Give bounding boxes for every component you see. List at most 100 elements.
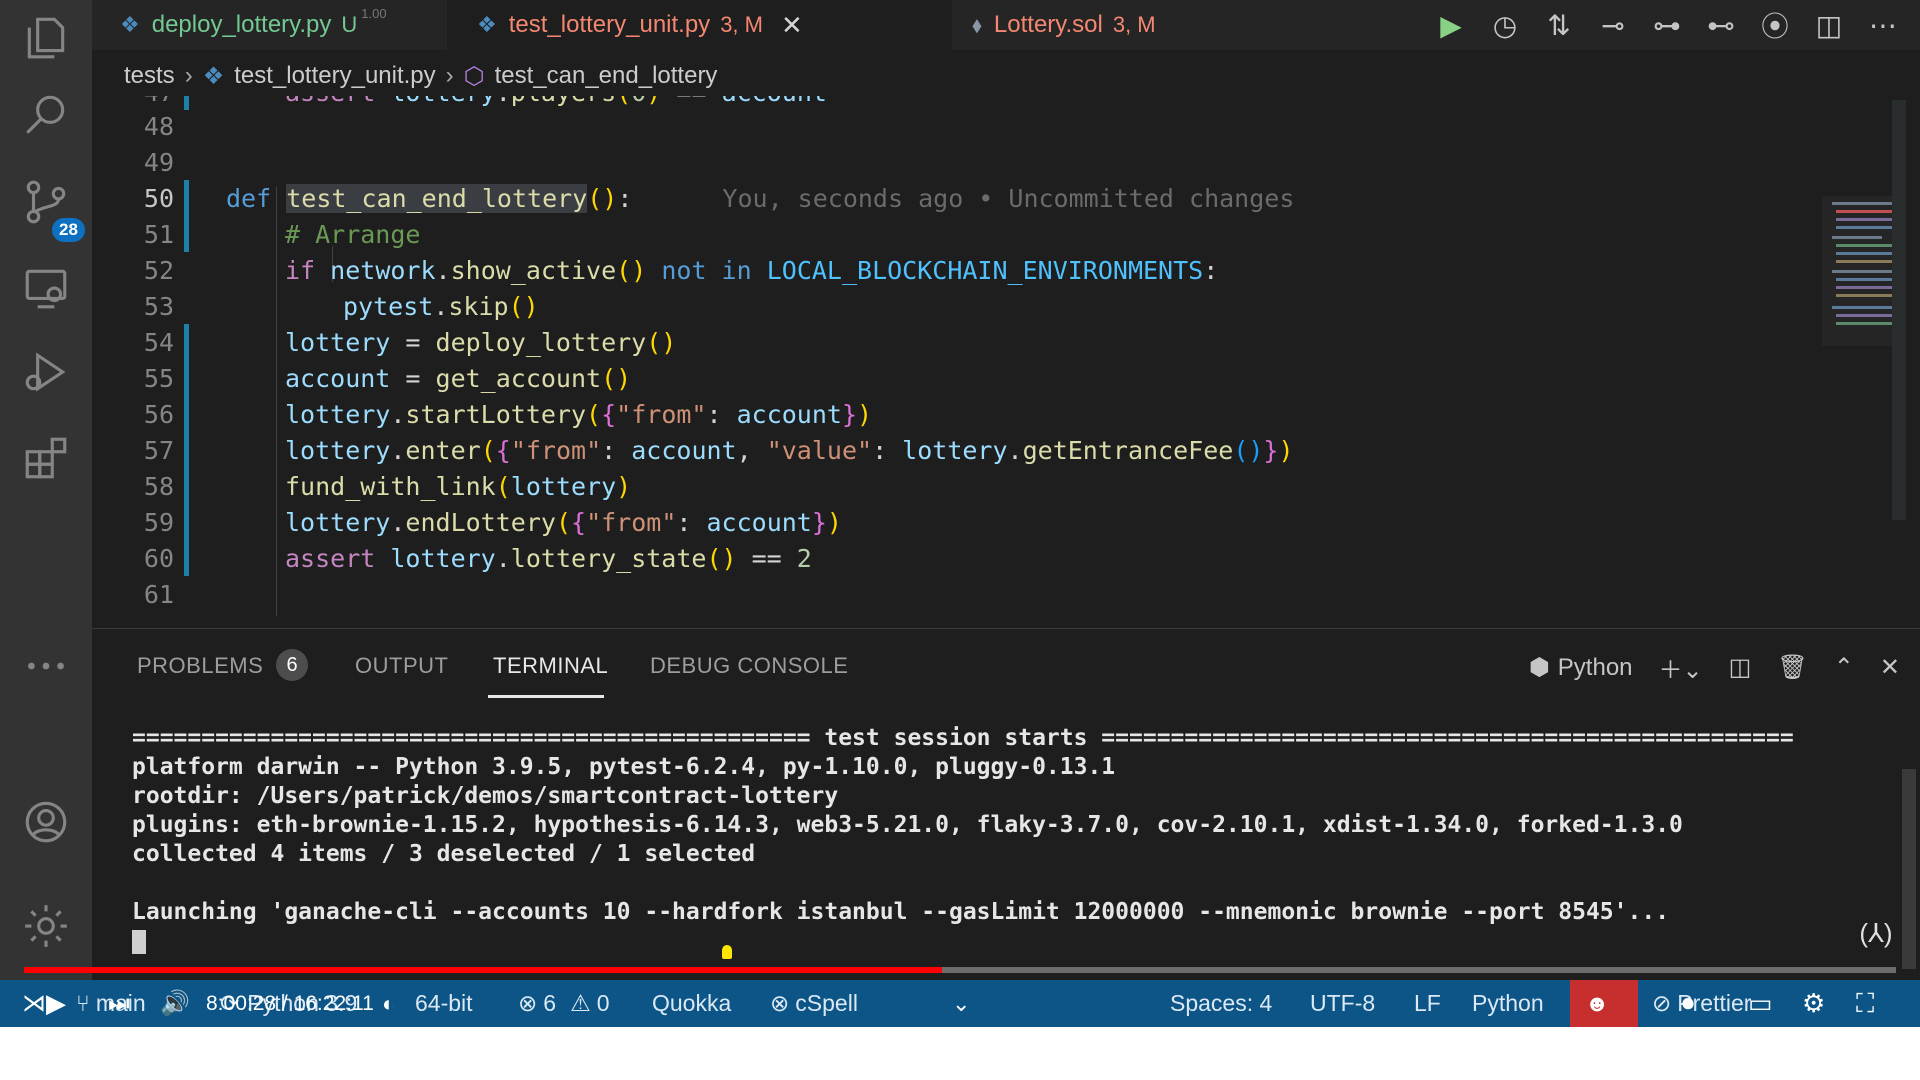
indentation-label: Spaces: 4 xyxy=(1170,990,1273,1016)
breadcrumb-symbol[interactable]: test_can_end_lottery xyxy=(495,62,718,90)
status-encoding[interactable]: UTF-8 xyxy=(1310,980,1375,1027)
split-editor-icon[interactable]: ◫ xyxy=(1812,9,1846,42)
tab-output[interactable]: OUTPUT xyxy=(355,653,448,679)
tab-status: U xyxy=(341,12,358,37)
captions-icon[interactable]: ▭ xyxy=(1748,980,1773,1027)
code-line: 51 # Arrange xyxy=(92,216,1792,252)
modified-gutter-mark xyxy=(184,540,189,576)
close-panel-icon[interactable]: ✕ xyxy=(1880,653,1900,682)
code-line: 54 lottery = deploy_lottery() xyxy=(92,324,1792,360)
yt-chevron-down-icon[interactable]: ⌄ xyxy=(952,980,970,1027)
new-terminal-icon[interactable]: ＋⌄ xyxy=(1659,650,1703,685)
panel-actions: ⬢ Python ＋⌄ ◫ 🗑 ⌃ ✕ xyxy=(1529,647,1900,687)
git-next-icon[interactable]: ⊷ xyxy=(1704,9,1738,42)
git-previous-icon[interactable]: ⊸ xyxy=(1596,9,1630,42)
tab-lottery-sol[interactable]: ⬧ Lottery.sol 3, M xyxy=(972,0,1242,50)
maximize-panel-icon[interactable]: ⌃ xyxy=(1834,653,1854,682)
modified-gutter-mark xyxy=(184,432,189,468)
video-progress-bar[interactable] xyxy=(24,967,1896,973)
close-tab-icon[interactable]: ✕ xyxy=(781,10,803,41)
more-actions-icon[interactable]: ⋯ xyxy=(1866,9,1900,42)
status-eol[interactable]: LF xyxy=(1414,980,1441,1027)
vscode-remote-icon[interactable]: ⋊ xyxy=(22,980,46,1027)
status-indentation[interactable]: Spaces: 4 xyxy=(1170,980,1272,1027)
remote-explorer-icon[interactable] xyxy=(16,258,76,318)
breadcrumb-folder[interactable]: tests xyxy=(124,62,175,90)
play-icon[interactable]: ▶ xyxy=(46,980,66,1027)
line-number: 49 xyxy=(143,147,174,177)
video-time: 8:00:28 / 16:22:11 xyxy=(206,991,374,1015)
extensions-icon[interactable] xyxy=(16,428,76,488)
prettier-icon: ⊘ xyxy=(1652,990,1672,1016)
status-arch[interactable]: 64-bit xyxy=(415,980,473,1027)
code-line: 56 lottery.startLottery({"from": account… xyxy=(92,396,1792,432)
code-line: 52 if network.show_active() not in LOCAL… xyxy=(92,252,1792,288)
tab-terminal[interactable]: TERMINAL xyxy=(493,653,608,679)
terminal-shell-selector[interactable]: ⬢ Python xyxy=(1529,653,1633,682)
git-step-icon[interactable]: ⊶ xyxy=(1650,9,1684,42)
terminal-scrollbar[interactable] xyxy=(1902,769,1916,969)
line-number: 54 xyxy=(143,327,174,357)
timeline-icon[interactable]: ◷ xyxy=(1488,9,1522,42)
split-terminal-icon[interactable]: ◫ xyxy=(1729,653,1752,682)
tab-problems[interactable]: PROBLEMS xyxy=(137,653,263,679)
editor-scrollbar[interactable] xyxy=(1892,100,1906,520)
code-line: 55 account = get_account() xyxy=(92,360,1792,396)
terminal-prompt xyxy=(132,928,1892,957)
code-line: 49 xyxy=(92,144,1792,180)
volume-icon[interactable]: 🔊 xyxy=(160,980,190,1027)
status-quokka[interactable]: Quokka xyxy=(652,980,731,1027)
modified-gutter-mark xyxy=(184,504,189,540)
settings-icon[interactable]: ⚙ xyxy=(1802,980,1825,1027)
tab-debug-console[interactable]: DEBUG CONSOLE xyxy=(650,653,848,679)
settings-gear-icon[interactable] xyxy=(16,896,76,956)
status-language[interactable]: Python xyxy=(1472,980,1544,1027)
python-file-icon: ❖ xyxy=(202,62,225,90)
minimap[interactable] xyxy=(1822,196,1892,376)
vscode-window: 28 ❖ deploy_lottery.py U 1.00 ❖ test_lot… xyxy=(0,0,1920,1027)
kill-terminal-icon[interactable]: 🗑 xyxy=(1777,653,1807,682)
error-icon: ⊗ xyxy=(518,990,538,1016)
progress-scrubber-marker[interactable] xyxy=(722,945,732,959)
search-icon[interactable] xyxy=(16,84,76,144)
error-count: 6 xyxy=(543,990,557,1016)
status-prettier[interactable]: ⊘ Prettier xyxy=(1652,980,1751,1027)
cspell-label: cSpell xyxy=(795,990,858,1016)
accounts-icon[interactable] xyxy=(16,792,76,852)
chevron-right-icon: › xyxy=(445,62,454,89)
more-icon[interactable] xyxy=(16,636,76,696)
tab-test-lottery-unit[interactable]: ❖ test_lottery_unit.py 3, M ✕ xyxy=(447,0,952,50)
quokka-label: Quokka xyxy=(652,990,732,1016)
channel-watermark-icon[interactable]: (⅄) xyxy=(1852,918,1900,949)
code-line: 53 pytest.skip() xyxy=(92,288,1792,324)
code-line: 60 assert lottery.lottery_state() == 2 xyxy=(92,540,1792,576)
autoplay-icon[interactable]: ◐ xyxy=(382,980,395,1027)
code-editor[interactable]: 47 assert lottery.players(0) == account … xyxy=(92,96,1892,620)
live-share-icon[interactable]: ☻ xyxy=(1585,980,1609,1027)
run-icon[interactable]: ▶ xyxy=(1434,9,1468,42)
git-lens-icon[interactable]: ⦿ xyxy=(1758,5,1792,45)
compare-changes-icon[interactable]: ⇅ xyxy=(1542,9,1576,42)
terminal-line: platform darwin -- Python 3.9.5, pytest-… xyxy=(132,754,1116,780)
terminal-output[interactable]: ========================================… xyxy=(132,725,1892,957)
next-video-icon[interactable]: ⏭ xyxy=(108,980,130,1027)
explorer-icon[interactable] xyxy=(16,8,76,68)
status-problems[interactable]: ⊗ 6 ⚠ 0 xyxy=(518,980,610,1027)
fullscreen-exit-icon[interactable]: ⛶ xyxy=(1856,980,1874,1027)
modified-gutter-mark xyxy=(184,180,189,216)
terminal-line: Launching 'ganache-cli --accounts 10 --h… xyxy=(132,899,1670,925)
autoplay-toggle-icon[interactable]: ⏺ xyxy=(1682,980,1694,1027)
run-debug-icon[interactable] xyxy=(16,342,76,402)
status-cspell[interactable]: ⊗ cSpell xyxy=(770,980,858,1027)
line-number: 58 xyxy=(143,471,174,501)
problems-count-badge: 6 xyxy=(276,649,308,681)
tab-label: Lottery.sol xyxy=(993,11,1103,38)
code-line: 50 def test_can_end_lottery(): You, secon… xyxy=(92,180,1792,216)
modified-gutter-mark xyxy=(184,396,189,432)
source-control-icon[interactable]: 28 xyxy=(16,172,85,242)
breadcrumb-file[interactable]: test_lottery_unit.py xyxy=(234,62,435,90)
line-number: 47 xyxy=(92,96,174,107)
tab-deploy-lottery[interactable]: ❖ deploy_lottery.py U 1.00 xyxy=(120,0,450,50)
line-number: 53 xyxy=(143,291,174,321)
